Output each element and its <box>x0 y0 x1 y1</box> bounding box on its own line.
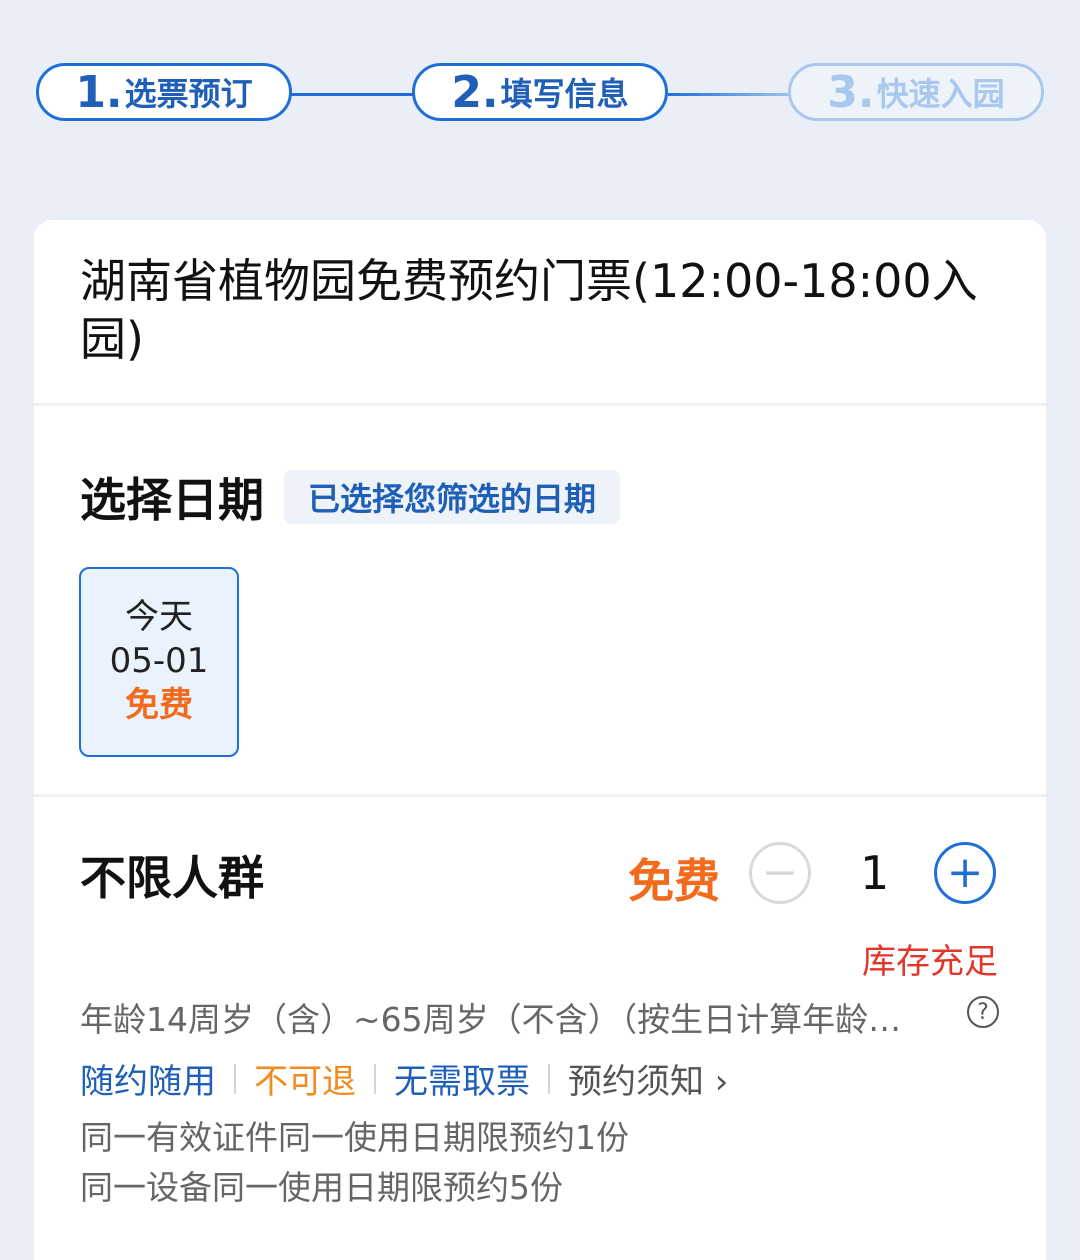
date-option-selected[interactable]: 今天 05-01 免费 <box>79 567 239 757</box>
decrease-quantity-button[interactable]: − <box>749 842 811 904</box>
step-fill-info: 2. 填写信息 <box>412 63 668 121</box>
ticket-price: 免费 <box>628 854 720 908</box>
date-day-label: 今天 <box>125 597 193 637</box>
tag-separator <box>374 1063 376 1094</box>
tag-use-anytime: 随约随用 <box>80 1062 216 1102</box>
ticket-title: 湖南省植物园免费预约门票(12:00-18:00入园) <box>80 254 978 366</box>
stock-status: 库存充足 <box>862 942 998 982</box>
step-connector <box>290 93 415 96</box>
step-label: 快速入园 <box>876 75 1005 113</box>
date-section-header: 选择日期 已选择您筛选的日期 <box>80 464 621 530</box>
divider <box>34 403 1046 406</box>
step-label: 填写信息 <box>500 75 629 113</box>
ticket-type-name: 不限人群 <box>80 851 264 905</box>
tag-separator <box>234 1063 236 1094</box>
tag-no-pickup: 无需取票 <box>394 1062 530 1102</box>
plus-icon: + <box>946 847 984 898</box>
rule-line: 同一设备同一使用日期限预约5份 <box>80 1168 563 1207</box>
increase-quantity-button[interactable]: + <box>934 842 996 904</box>
booking-notice-link[interactable]: 预约须知 › <box>568 1054 728 1103</box>
rule-line: 同一有效证件同一使用日期限预约1份 <box>80 1118 629 1157</box>
step-number: 1. <box>75 66 123 118</box>
ticket-tags: 随约随用 不可退 无需取票 预约须知 › <box>80 1054 728 1103</box>
booking-rules: 同一有效证件同一使用日期限预约1份 同一设备同一使用日期限预约5份 <box>80 1113 629 1213</box>
progress-steps: 1. 选票预订 2. 填写信息 3. 快速入园 <box>0 0 1080 140</box>
date-price: 免费 <box>125 685 193 725</box>
step-quick-entry: 3. 快速入园 <box>788 63 1044 121</box>
ticket-card: 湖南省植物园免费预约门票(12:00-18:00入园) 选择日期 已选择您筛选的… <box>34 220 1046 1260</box>
step-connector <box>668 93 790 96</box>
date-value: 05-01 <box>109 641 209 681</box>
divider <box>34 794 1046 797</box>
quantity-value: 1 <box>860 846 890 900</box>
help-icon[interactable]: ? <box>967 996 999 1028</box>
date-filter-tag: 已选择您筛选的日期 <box>284 470 621 524</box>
step-select-ticket: 1. 选票预订 <box>36 63 292 121</box>
minus-icon: − <box>761 847 799 898</box>
step-number: 3. <box>827 66 875 118</box>
age-requirement: 年龄14周岁（含）~65周岁（不含）（按生日计算年龄… <box>80 1000 902 1039</box>
step-number: 2. <box>451 66 499 118</box>
date-section-title: 选择日期 <box>80 473 264 527</box>
step-label: 选票预订 <box>124 75 253 113</box>
tag-separator <box>548 1063 550 1094</box>
tag-non-refundable: 不可退 <box>254 1062 356 1102</box>
